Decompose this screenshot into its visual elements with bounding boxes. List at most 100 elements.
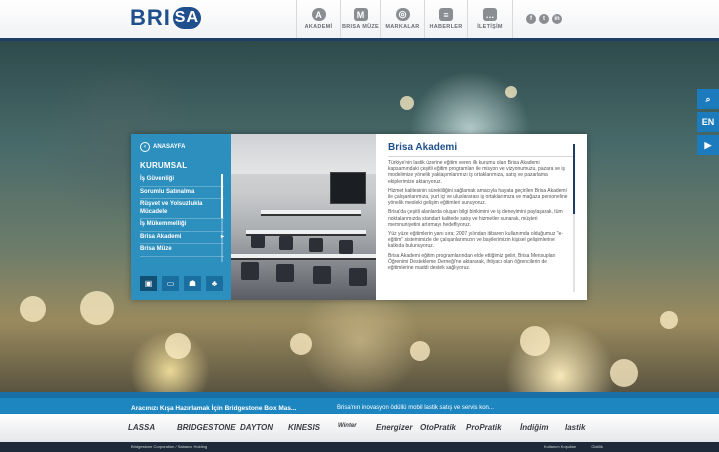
nav-haberler[interactable]: ≡ HABERLER bbox=[424, 0, 467, 38]
menu-item-label: Brisa Akademi bbox=[140, 233, 182, 240]
home-label: ANASAYFA bbox=[153, 144, 186, 150]
menu-item-brisa-muze[interactable]: Brisa Müze bbox=[140, 244, 224, 257]
scroll-thumb[interactable] bbox=[573, 144, 575, 214]
social-links: f t in bbox=[526, 14, 562, 24]
photo-desk bbox=[261, 210, 361, 216]
linkedin-icon[interactable]: in bbox=[552, 14, 562, 24]
menu-item-brisa-akademi[interactable]: Brisa Akademi ▸ bbox=[140, 232, 224, 244]
brand-kinesis[interactable]: KINESIS bbox=[288, 423, 320, 432]
brand-strip: LASSA BRIDGESTONE DAYTON KINESIS Winter … bbox=[0, 414, 719, 442]
news-icon: ≡ bbox=[439, 8, 453, 21]
classroom-photo bbox=[231, 134, 376, 300]
site-header: BRI SA A AKADEMİ M BRISA MÜZE ◎ MARKALAR … bbox=[0, 0, 719, 41]
people-icon[interactable]: ☗ bbox=[184, 276, 201, 291]
article-paragraph: Yüz yüze eğitimlerin yanı sıra; 2007 yıl… bbox=[388, 231, 563, 250]
site-footer: Bridgestone Corporation / Sabancı Holdin… bbox=[0, 442, 719, 452]
menu-item-rusvet[interactable]: Rüşvet ve Yolsuzlukla Mücadele bbox=[140, 199, 224, 219]
nav-akademi[interactable]: A AKADEMİ bbox=[296, 0, 340, 38]
back-arrow-icon: ‹ bbox=[140, 142, 150, 152]
bokeh-light bbox=[400, 96, 414, 110]
menu-icon-buttons: ▣ ▭ ☗ ♣ bbox=[140, 276, 223, 291]
nav-label: AKADEMİ bbox=[304, 24, 333, 30]
scroll-thumb[interactable] bbox=[221, 174, 223, 218]
akademi-icon: A bbox=[311, 8, 326, 21]
article-divider bbox=[388, 156, 573, 157]
nav-label: MARKALAR bbox=[385, 24, 420, 30]
nav-label: BRISA MÜZE bbox=[341, 24, 380, 30]
article-body: Türkiye'nin lastik üzerine eğitim veren … bbox=[388, 160, 568, 295]
nav-label: HABERLER bbox=[429, 24, 463, 30]
youtube-icon[interactable]: ▶ bbox=[697, 135, 719, 155]
bokeh-light bbox=[20, 296, 46, 322]
content-panel: ‹ ANASAYFA KURUMSAL İş Güvenliği Sorumlu… bbox=[131, 134, 587, 300]
footer-copyright: Bridgestone Corporation / Sabancı Holdin… bbox=[131, 444, 208, 449]
menu-title: KURUMSAL bbox=[140, 161, 188, 170]
bokeh-light bbox=[290, 333, 312, 355]
article-box: Brisa Akademi Türkiye'nin lastik üzerine… bbox=[376, 134, 587, 300]
brand-bridgestone[interactable]: BRIDGESTONE bbox=[177, 423, 236, 432]
logo-text: BRI bbox=[130, 5, 171, 30]
article-paragraph: Brisa'da çeşitli alanlarda oluşan bilgi … bbox=[388, 209, 563, 228]
bokeh-light bbox=[610, 359, 638, 387]
nav-muze[interactable]: M BRISA MÜZE bbox=[340, 0, 380, 38]
article-scrollbar[interactable] bbox=[573, 144, 575, 292]
language-button[interactable]: EN bbox=[697, 112, 719, 132]
nav-label: İLETİŞİM bbox=[477, 24, 503, 30]
article-paragraph: Türkiye'nin lastik üzerine eğitim veren … bbox=[388, 160, 566, 185]
home-link[interactable]: ‹ ANASAYFA bbox=[140, 142, 185, 152]
photo-chair bbox=[241, 262, 259, 280]
bokeh-light bbox=[660, 311, 678, 329]
presentation-icon[interactable]: ▭ bbox=[162, 276, 179, 291]
menu-item-is-mukemmelligi[interactable]: İş Mükemmelliği bbox=[140, 219, 224, 232]
chat-icon: … bbox=[483, 8, 497, 21]
news-ticker-strip bbox=[0, 392, 719, 398]
menu-scrollbar[interactable] bbox=[221, 174, 223, 262]
brand-indigim[interactable]: İndiğim bbox=[520, 423, 548, 432]
brand-lastik[interactable]: lastik bbox=[565, 423, 585, 432]
main-nav: A AKADEMİ M BRISA MÜZE ◎ MARKALAR ≡ HABE… bbox=[296, 0, 513, 38]
privacy-link[interactable]: Gizlilik bbox=[591, 444, 603, 449]
photo-screen bbox=[330, 172, 366, 204]
twitter-icon[interactable]: t bbox=[539, 14, 549, 24]
bokeh-light bbox=[410, 341, 430, 361]
tree-icon[interactable]: ♣ bbox=[206, 276, 223, 291]
brisa-logo[interactable]: BRI SA bbox=[130, 5, 201, 30]
brand-energizer[interactable]: Energizer bbox=[376, 423, 412, 432]
nav-markalar[interactable]: ◎ MARKALAR bbox=[380, 0, 424, 38]
photo-wall bbox=[231, 134, 376, 174]
side-menu: ‹ ANASAYFA KURUMSAL İş Güvenliği Sorumlu… bbox=[131, 134, 231, 300]
photo-chair bbox=[276, 264, 294, 282]
tire-icon: ◎ bbox=[395, 8, 410, 21]
bokeh-light bbox=[80, 291, 114, 325]
footer-links: Kullanım Koşulları Gizlilik bbox=[530, 444, 603, 449]
photo-desk bbox=[231, 254, 376, 260]
article-paragraph: Brisa Akademi eğitim programlarından eld… bbox=[388, 252, 556, 272]
article-paragraph: Hizmet kalitesinin sürekliliğini sağlama… bbox=[388, 187, 568, 207]
photo-chair bbox=[251, 234, 265, 248]
brand-dayton[interactable]: DAYTON bbox=[240, 423, 273, 432]
news-link[interactable]: Aracınızı Kışa Hazırlamak İçin Bridgesto… bbox=[131, 405, 296, 412]
photo-chair bbox=[339, 240, 353, 254]
menu-item-is-guvenligi[interactable]: İş Güvenliği bbox=[140, 174, 224, 187]
brand-otopratik[interactable]: OtoPratik bbox=[420, 423, 456, 432]
news-ticker: Aracınızı Kışa Hazırlamak İçin Bridgesto… bbox=[0, 392, 719, 414]
terms-link[interactable]: Kullanım Koşulları bbox=[544, 444, 576, 449]
brand-propratik[interactable]: ProPratik bbox=[466, 423, 502, 432]
facebook-icon[interactable]: f bbox=[526, 14, 536, 24]
nav-iletisim[interactable]: … İLETİŞİM bbox=[467, 0, 513, 38]
brand-winter[interactable]: Winter bbox=[338, 423, 357, 429]
search-icon[interactable]: ⌕ bbox=[697, 89, 719, 109]
menu-list: İş Güvenliği Sorumlu Satınalma Rüşvet ve… bbox=[140, 174, 224, 257]
menu-item-sorumlu-satinalma[interactable]: Sorumlu Satınalma bbox=[140, 187, 224, 199]
photo-chair bbox=[349, 268, 367, 286]
news-link[interactable]: Brisa'nın inovasyon ödüllü mobil lastik … bbox=[337, 405, 494, 411]
photo-chair bbox=[279, 236, 293, 250]
side-tools: ⌕ EN ▶ bbox=[697, 89, 719, 158]
bokeh-light bbox=[505, 86, 517, 98]
briefcase-icon[interactable]: ▣ bbox=[140, 276, 157, 291]
bokeh-light bbox=[520, 326, 550, 356]
muze-icon: M bbox=[353, 8, 368, 21]
logo-badge: SA bbox=[172, 7, 201, 29]
photo-chair bbox=[313, 266, 331, 284]
brand-lassa[interactable]: LASSA bbox=[128, 423, 155, 432]
